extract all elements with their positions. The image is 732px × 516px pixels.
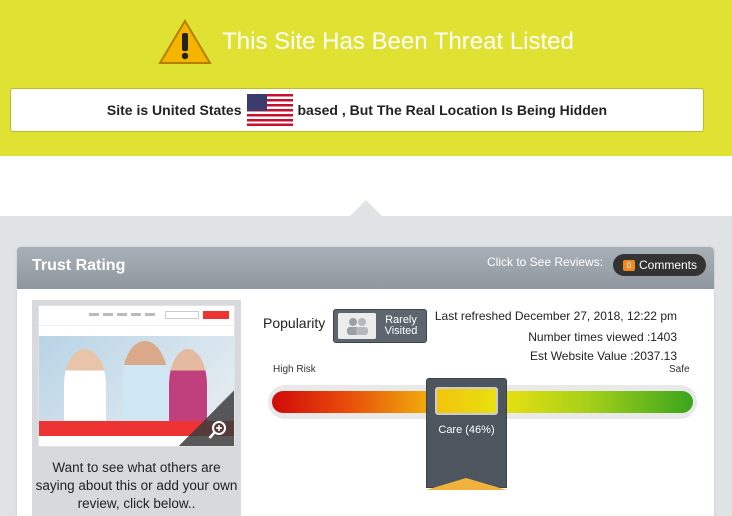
banner-title-text: This Site Has Been Threat Listed (222, 28, 574, 55)
location-suffix: based , But The Real Location Is Being H… (297, 102, 608, 118)
thumbnail-menu (89, 313, 159, 316)
comments-button[interactable]: 0 Comments (613, 254, 706, 276)
location-prefix: Site is United States (106, 102, 242, 118)
risk-marker-label: Care (46%) (438, 424, 495, 436)
threat-banner: This Site Has Been Threat Listed Site is… (0, 0, 732, 156)
thumbnail-search (165, 311, 199, 319)
location-box: Site is United States based , But The Re… (10, 88, 704, 132)
zoom-overlay[interactable] (176, 389, 234, 446)
panel-header: Trust Rating Click to See Reviews: 0 Com… (17, 247, 714, 289)
comments-label: Comments (639, 258, 698, 272)
person-figure (64, 349, 106, 421)
zoom-in-icon (208, 421, 226, 439)
reviews-hint: Click to See Reviews: (487, 255, 604, 269)
popularity-badge: Rarely Visited (333, 309, 427, 343)
risk-marker-window (435, 387, 498, 415)
thumbnail-button (203, 311, 229, 319)
warning-icon (158, 19, 212, 64)
users-icon (338, 313, 376, 339)
site-thumbnail-column: Want to see what others are saying about… (32, 300, 241, 516)
person-figure (122, 341, 168, 421)
popularity-status: Rarely Visited (384, 314, 418, 337)
banner-title: This Site Has Been Threat Listed (0, 18, 732, 66)
panel-title: Trust Rating (32, 257, 126, 274)
safe-label: Safe (669, 364, 690, 375)
website-value: Est Website Value :2037.13 (530, 349, 677, 363)
high-risk-label: High Risk (273, 364, 316, 375)
risk-marker-tail (426, 478, 507, 490)
popularity-label: Popularity (263, 315, 326, 331)
pointer-notch (349, 200, 383, 217)
last-refreshed: Last refreshed December 27, 2018, 12:22 … (434, 309, 677, 323)
site-screenshot[interactable] (38, 305, 235, 447)
risk-marker: Care (46%) (426, 378, 507, 490)
us-flag-icon (246, 94, 293, 126)
review-prompt: Want to see what others are saying about… (35, 460, 238, 511)
trust-rating-panel: Trust Rating Click to See Reviews: 0 Com… (17, 247, 714, 516)
comment-bubble-icon: 0 (623, 259, 635, 271)
thumbnail-logo (43, 310, 81, 322)
times-viewed: Number times viewed :1403 (528, 330, 677, 344)
thumbnail-nav (39, 306, 234, 326)
